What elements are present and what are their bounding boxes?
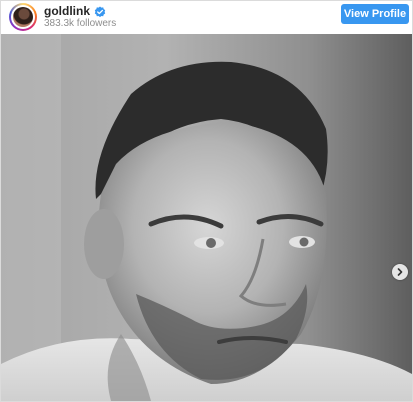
- portrait-image: [1, 34, 412, 401]
- avatar-image: [13, 7, 33, 27]
- verified-badge-icon: [94, 5, 106, 18]
- chevron-right-icon: [396, 263, 404, 281]
- avatar[interactable]: [9, 3, 37, 31]
- followers-count: 383.3k followers: [44, 18, 117, 29]
- next-photo-button[interactable]: [392, 264, 408, 280]
- view-profile-button[interactable]: View Profile: [341, 4, 409, 24]
- username[interactable]: goldlink: [44, 4, 90, 18]
- post-photo[interactable]: [1, 34, 412, 401]
- instagram-embed: goldlink 383.3k followers View Profile: [0, 0, 413, 402]
- post-header: goldlink 383.3k followers View Profile: [1, 1, 412, 34]
